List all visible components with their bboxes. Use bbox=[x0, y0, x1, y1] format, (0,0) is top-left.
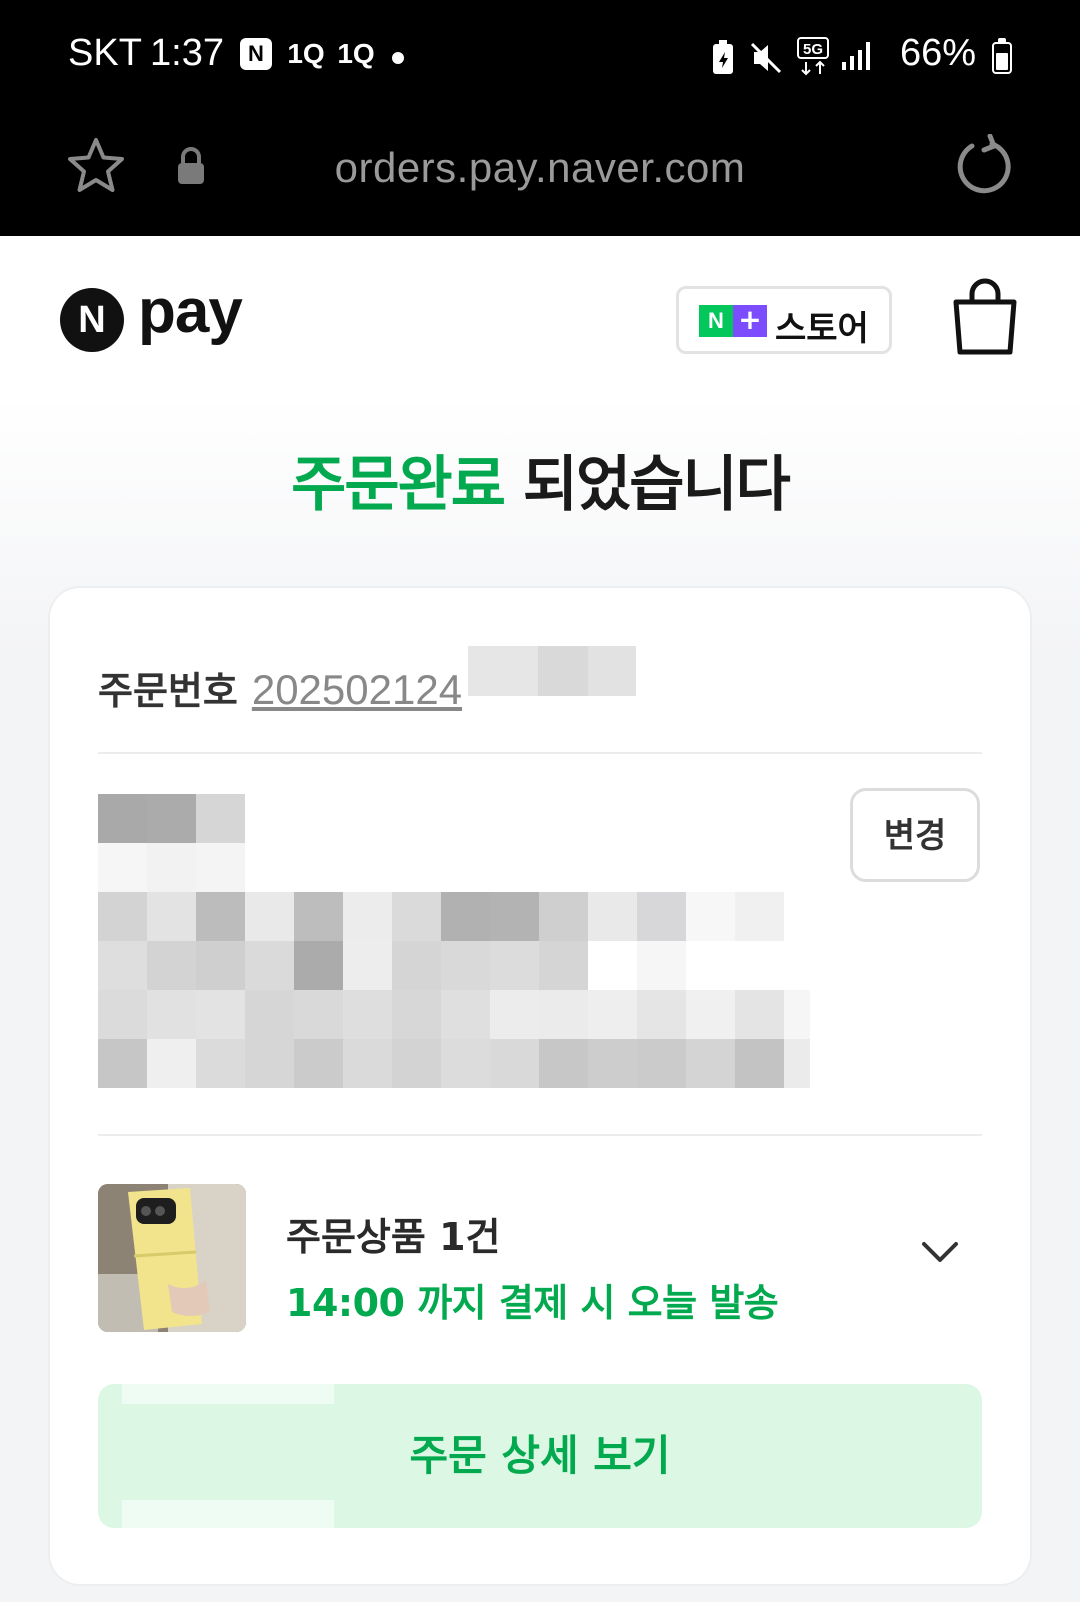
order-complete-page: N pay N + 스토어 주문완료 되었습니다 주문번호 202502124 변… bbox=[0, 236, 1080, 1602]
product-thumbnail[interactable] bbox=[98, 1184, 246, 1332]
chevron-down-icon[interactable] bbox=[920, 1238, 960, 1266]
status-bar: SKT 1:37 N 1Q 1Q 5G 66% bbox=[0, 0, 1080, 116]
shopping-bag-icon[interactable] bbox=[950, 278, 1020, 358]
naver-plus-store-button[interactable]: N + 스토어 bbox=[676, 286, 892, 354]
url-text[interactable]: orders.pay.naver.com bbox=[0, 144, 1080, 192]
clock: 1:37 bbox=[150, 32, 224, 74]
order-summary-card: 주문번호 202502124 변경 주문상품 1건 14:00 까지 결제 시 … bbox=[50, 588, 1030, 1584]
store-label: 스토어 bbox=[775, 309, 869, 349]
headline-accent: 주문완료 bbox=[291, 450, 506, 520]
naver-notification-icon: N bbox=[240, 38, 272, 70]
redacted-order-number bbox=[468, 646, 636, 696]
signal-strength-icon bbox=[842, 42, 870, 70]
change-address-button[interactable]: 변경 bbox=[850, 788, 980, 882]
product-image bbox=[98, 1184, 246, 1332]
order-number-label: 주문번호 bbox=[98, 669, 238, 713]
section-divider bbox=[98, 752, 982, 754]
headline-rest: 되었습니다 bbox=[503, 450, 791, 520]
redaction-overlay bbox=[122, 1500, 334, 1552]
shipping-note: 14:00 까지 결제 시 오늘 발송 bbox=[286, 1281, 779, 1325]
carrier-label: SKT bbox=[68, 32, 142, 74]
browser-address-bar: orders.pay.naver.com bbox=[0, 116, 1080, 236]
order-number-link[interactable]: 202502124 bbox=[252, 666, 462, 713]
store-plus-badge: + bbox=[733, 305, 767, 337]
battery-percentage: 66% bbox=[900, 32, 977, 74]
battery-icon bbox=[992, 42, 1012, 74]
app-notification-icon: 1Q bbox=[287, 38, 325, 69]
order-detail-button-label: 주문 상세 보기 bbox=[409, 1431, 671, 1480]
mute-icon bbox=[750, 42, 782, 74]
npay-logo-text[interactable]: pay bbox=[138, 276, 243, 347]
system-top-bar: SKT 1:37 N 1Q 1Q 5G 66% orders.pay.naver… bbox=[0, 0, 1080, 236]
order-number-row: 주문번호 202502124 bbox=[98, 660, 462, 715]
page-title: 주문완료 되었습니다 bbox=[0, 436, 1080, 523]
svg-text:5G: 5G bbox=[803, 41, 823, 58]
network-5g-icon: 5G bbox=[797, 37, 829, 76]
more-notifications-dot-icon bbox=[392, 52, 404, 64]
reload-icon[interactable] bbox=[952, 134, 1016, 198]
order-item-count: 주문상품 1건 bbox=[286, 1215, 501, 1259]
battery-saver-icon bbox=[713, 40, 733, 74]
npay-logo-mark[interactable]: N bbox=[60, 288, 124, 352]
section-divider bbox=[98, 1134, 982, 1136]
store-n-badge: N bbox=[699, 305, 733, 337]
app-notification-icon: 1Q bbox=[337, 38, 375, 69]
redaction-overlay bbox=[122, 1352, 334, 1404]
redacted-address-block bbox=[98, 794, 818, 1094]
